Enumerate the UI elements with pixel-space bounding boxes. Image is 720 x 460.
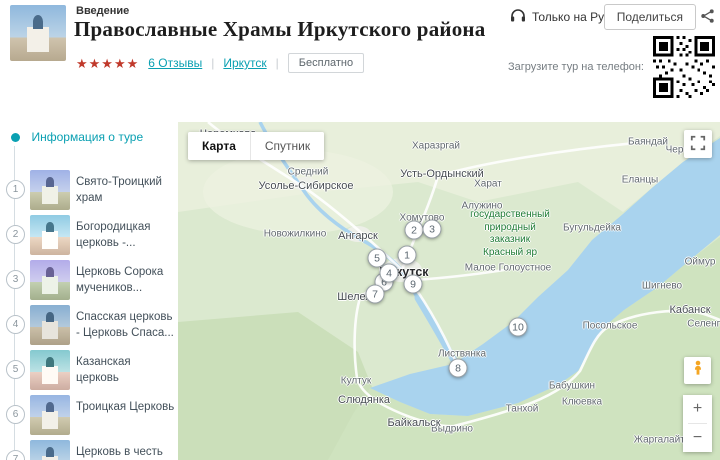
tour-stop-item[interactable]: 2 Богородицкая церковь -... (8, 213, 178, 258)
tour-stop-item[interactable]: 6 Троицкая Церковь (8, 393, 178, 438)
map-type-control: Карта Спутник (188, 132, 324, 160)
stop-number-badge: 5 (6, 360, 25, 379)
sidebar-item-tour-info[interactable]: Информация о туре (8, 130, 143, 144)
tour-info-label: Информация о туре (32, 130, 144, 144)
stop-thumbnail (30, 350, 70, 390)
stop-title: Свято-Троицкий храм (76, 175, 176, 206)
map-stop-marker[interactable]: 3 (423, 220, 442, 239)
map-canvas[interactable]: Черемхово Средний Усолье-Сибирское Новож… (178, 122, 720, 460)
map-stop-marker[interactable]: 8 (449, 359, 468, 378)
tour-cover-image (10, 5, 66, 61)
stop-title: Церковь Сорока мучеников... (76, 265, 176, 296)
tour-stop-item[interactable]: 4 Спасская церковь - Церковь Спаса... (8, 303, 178, 348)
map-stop-marker[interactable]: 9 (404, 275, 423, 294)
stop-thumbnail (30, 170, 70, 210)
stop-thumbnail (30, 440, 70, 460)
stop-number-badge: 2 (6, 225, 25, 244)
star-rating: ★★★★★ (76, 57, 139, 70)
tour-stops-sidebar: Информация о туре 1 Свято-Троицкий храм … (8, 122, 178, 460)
stops-list: 1 Свято-Троицкий храм 2 Богородицкая цер… (8, 168, 178, 460)
share-icon[interactable] (700, 8, 715, 29)
map-artwork (178, 122, 720, 460)
separator: | (276, 56, 279, 70)
zoom-out-button[interactable]: − (683, 424, 712, 452)
stop-number-badge: 3 (6, 270, 25, 289)
tour-meta-row: ★★★★★ 6 Отзывы | Иркутск | Бесплатно (76, 53, 364, 73)
tour-stop-item[interactable]: 5 Казанская церковь (8, 348, 178, 393)
separator: | (211, 56, 214, 70)
page: Введение Православные Храмы Иркутского р… (0, 0, 720, 460)
tour-stop-item[interactable]: 3 Церковь Сорока мучеников... (8, 258, 178, 303)
qr-download-hint: Загрузите тур на телефон: (508, 61, 644, 73)
city-link[interactable]: Иркутск (223, 56, 266, 70)
bullet-dot-icon (11, 133, 20, 142)
stop-thumbnail (30, 260, 70, 300)
zoom-in-button[interactable]: + (683, 395, 712, 423)
stop-title: Казанская церковь (76, 355, 176, 386)
tour-stop-item[interactable]: 1 Свято-Троицкий храм (8, 168, 178, 213)
price-badge: Бесплатно (288, 53, 364, 73)
map-stop-marker[interactable]: 7 (366, 285, 385, 304)
stop-number-badge: 7 (6, 450, 25, 460)
fullscreen-button[interactable] (684, 130, 712, 158)
stop-title: Троицкая Церковь (76, 400, 176, 416)
stop-title: Церковь в честь Казанской Иконы... (76, 445, 176, 460)
stop-number-badge: 1 (6, 180, 25, 199)
stop-number-badge: 6 (6, 405, 25, 424)
stop-thumbnail (30, 305, 70, 345)
stop-thumbnail (30, 395, 70, 435)
zoom-control: + − (683, 395, 712, 452)
fullscreen-icon (690, 135, 706, 154)
map-stop-marker[interactable]: 1 (398, 246, 417, 265)
map-stop-marker[interactable]: 10 (509, 318, 528, 337)
map-type-map-button[interactable]: Карта (188, 132, 250, 160)
share-button[interactable]: Поделиться (604, 4, 696, 30)
map-stop-marker[interactable]: 2 (405, 221, 424, 240)
tour-header: Введение Православные Храмы Иркутского р… (0, 0, 720, 122)
stop-title: Богородицкая церковь -... (76, 220, 176, 251)
reviews-link[interactable]: 6 Отзывы (148, 56, 202, 70)
tour-stop-item[interactable]: 7 Церковь в честь Казанской Иконы... (8, 438, 178, 460)
qr-code (653, 36, 715, 98)
map-type-satellite-button[interactable]: Спутник (250, 132, 324, 160)
pegman-icon (690, 359, 706, 382)
map-stop-marker[interactable]: 4 (380, 264, 399, 283)
stop-number-badge: 4 (6, 315, 25, 334)
stop-title: Спасская церковь - Церковь Спаса... (76, 310, 176, 341)
stop-thumbnail (30, 215, 70, 255)
headphones-icon (510, 8, 526, 25)
pegman-control[interactable] (684, 357, 711, 384)
page-title: Православные Храмы Иркутского района (74, 17, 485, 42)
breadcrumb: Введение (76, 5, 129, 17)
